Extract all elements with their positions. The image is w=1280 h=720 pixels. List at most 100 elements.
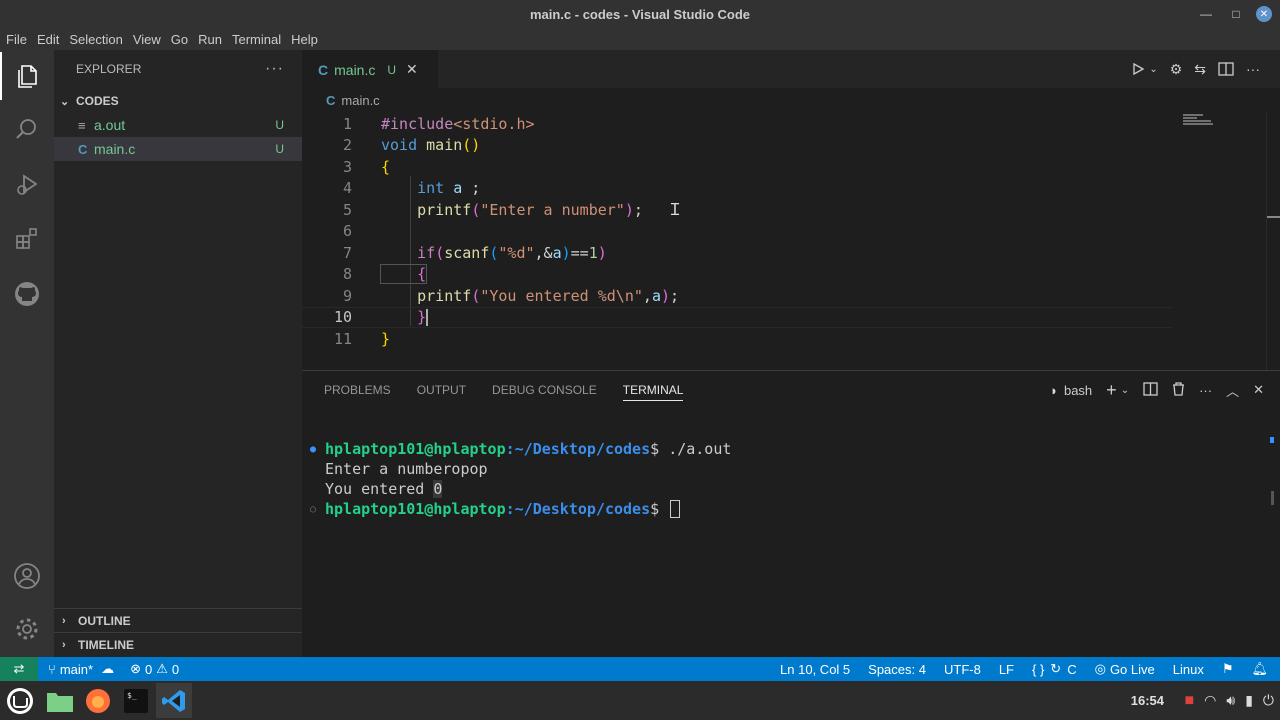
mint-menu-icon[interactable] bbox=[4, 685, 36, 717]
bottom-panel: PROBLEMS OUTPUT DEBUG CONSOLE TERMINAL ◗… bbox=[302, 370, 1280, 657]
timeline-section[interactable]: › TIMELINE bbox=[54, 632, 302, 657]
os-label[interactable]: Linux bbox=[1173, 662, 1204, 677]
title-bar: main.c - codes - Visual Studio Code — □ … bbox=[0, 0, 1280, 28]
close-tab-icon[interactable]: ✕ bbox=[406, 61, 418, 78]
tab-terminal[interactable]: TERMINAL bbox=[622, 371, 683, 409]
status-bar: ⇄ ⑂ main* ☁ ⊗ 0 ⚠ 0 Ln 10, Col 5 Spaces:… bbox=[0, 657, 1280, 681]
line-number: 9 bbox=[342, 286, 352, 305]
breadcrumb[interactable]: C main.c bbox=[302, 88, 1280, 112]
sync-icon[interactable]: ☁ bbox=[101, 661, 114, 677]
notifications-bell-icon[interactable]: 🔔︎ bbox=[1251, 661, 1268, 677]
menu-view[interactable]: View bbox=[129, 32, 165, 47]
files-icon[interactable] bbox=[0, 52, 54, 100]
status-right: Ln 10, Col 5 Spaces: 4 UTF-8 LF { } ↻ C … bbox=[780, 657, 1268, 681]
chevron-right-icon: › bbox=[62, 615, 66, 627]
line-number: 3 bbox=[342, 157, 352, 176]
git-branch[interactable]: ⑂ main* ☁ bbox=[48, 661, 114, 677]
terminal-app-icon[interactable]: $_ bbox=[120, 685, 152, 717]
remote-indicator[interactable]: ⇄ bbox=[0, 657, 38, 681]
power-icon[interactable]: ⏻ bbox=[1263, 692, 1274, 709]
menu-run[interactable]: Run bbox=[194, 32, 226, 47]
error-icon: ⊗ bbox=[130, 661, 141, 676]
more-actions-icon[interactable]: ··· bbox=[1246, 61, 1260, 77]
panel-actions: ◗ bash + ⌄ ··· ︿ ✕ bbox=[1050, 371, 1264, 409]
volume-icon[interactable]: 🔊︎ bbox=[1226, 692, 1235, 709]
trash-icon[interactable] bbox=[1172, 381, 1185, 399]
editor-scrollbar[interactable] bbox=[1266, 112, 1280, 370]
text-cursor-ibeam-icon: Ｉ bbox=[667, 200, 684, 219]
error-count: 0 bbox=[144, 661, 153, 677]
tab-main-c[interactable]: C main.c U ✕ bbox=[302, 50, 438, 88]
account-icon[interactable] bbox=[0, 552, 54, 600]
window-controls: — □ ✕ bbox=[1196, 0, 1272, 28]
minimap[interactable] bbox=[1183, 114, 1223, 134]
command-success-icon: ● bbox=[310, 443, 317, 455]
indentation[interactable]: Spaces: 4 bbox=[868, 662, 926, 677]
tab-output[interactable]: OUTPUT bbox=[417, 371, 466, 409]
more-actions-icon[interactable]: ··· bbox=[265, 60, 284, 78]
more-actions-icon[interactable]: ··· bbox=[1199, 383, 1212, 398]
activity-bar bbox=[0, 50, 54, 657]
add-terminal-icon[interactable]: + bbox=[1106, 380, 1117, 401]
menu-terminal[interactable]: Terminal bbox=[228, 32, 285, 47]
screen-recorder-icon[interactable]: ■ bbox=[1184, 692, 1194, 710]
file-a-out[interactable]: ≡ a.out U bbox=[54, 113, 302, 137]
file-main-c[interactable]: C main.c U bbox=[54, 137, 302, 161]
menu-edit[interactable]: Edit bbox=[33, 32, 63, 47]
terminal-scrollbar[interactable] bbox=[1271, 491, 1274, 505]
split-terminal-icon[interactable] bbox=[1143, 381, 1158, 399]
c-file-icon: C bbox=[326, 92, 336, 108]
run-code-icon[interactable] bbox=[1131, 62, 1145, 76]
minimize-button[interactable]: — bbox=[1196, 4, 1216, 24]
line-number: 10 bbox=[333, 308, 352, 327]
system-tray: ■ ◠ 🔊︎ ▮ ⏻ bbox=[1184, 681, 1274, 720]
go-live-label: Go Live bbox=[1109, 661, 1155, 677]
terminal-shell-label[interactable]: bash bbox=[1064, 383, 1092, 398]
problems-indicator[interactable]: ⊗ 0 ⚠ 0 bbox=[130, 661, 179, 677]
extensions-icon[interactable] bbox=[0, 215, 54, 263]
code-editor[interactable]: 1 #include<stdio.h> 2 void main() 3 { 4 … bbox=[302, 112, 1280, 370]
encoding[interactable]: UTF-8 bbox=[944, 662, 981, 677]
chevron-down-icon[interactable]: ⌄ bbox=[1149, 64, 1157, 75]
search-icon[interactable] bbox=[0, 105, 54, 153]
firefox-icon[interactable] bbox=[82, 685, 114, 717]
clock[interactable]: 16:54 bbox=[1131, 681, 1164, 720]
files-folder-icon[interactable] bbox=[44, 685, 76, 717]
language-braces[interactable]: { } bbox=[1032, 662, 1044, 677]
settings-gear-icon[interactable]: ⚙ bbox=[1170, 61, 1183, 78]
timeline-label: TIMELINE bbox=[78, 638, 134, 652]
folder-label: CODES bbox=[76, 94, 119, 108]
compare-changes-icon[interactable]: ⇆ bbox=[1194, 61, 1206, 78]
language-mode[interactable]: C bbox=[1067, 662, 1076, 677]
menu-selection[interactable]: Selection bbox=[65, 32, 126, 47]
tab-debug-console[interactable]: DEBUG CONSOLE bbox=[492, 371, 597, 409]
terminal-output[interactable]: ● hplaptop101@hplaptop:~/Desktop/codes $ .… bbox=[310, 439, 731, 519]
tab-problems[interactable]: PROBLEMS bbox=[324, 371, 391, 409]
split-editor-icon[interactable] bbox=[1218, 62, 1234, 76]
refresh-icon[interactable]: ↻ bbox=[1050, 661, 1061, 677]
feedback-icon[interactable]: ⚑ bbox=[1222, 661, 1234, 677]
cursor-position[interactable]: Ln 10, Col 5 bbox=[780, 662, 850, 677]
vscode-app-icon[interactable] bbox=[156, 683, 192, 718]
maximize-panel-icon[interactable]: ︿ bbox=[1226, 381, 1239, 400]
folder-codes[interactable]: ⌄ CODES bbox=[54, 89, 302, 113]
outline-label: OUTLINE bbox=[78, 614, 131, 628]
settings-gear-icon[interactable] bbox=[0, 605, 54, 653]
close-window-button[interactable]: ✕ bbox=[1256, 6, 1272, 22]
menu-help[interactable]: Help bbox=[287, 32, 322, 47]
chevron-down-icon[interactable]: ⌄ bbox=[1121, 385, 1129, 396]
maximize-button[interactable]: □ bbox=[1226, 4, 1246, 24]
menu-file[interactable]: File bbox=[2, 32, 31, 47]
code-line: if(scanf("%d",&a)==1) bbox=[381, 243, 607, 262]
breadcrumb-file[interactable]: main.c bbox=[341, 93, 379, 108]
github-icon[interactable] bbox=[0, 270, 54, 318]
menu-go[interactable]: Go bbox=[167, 32, 192, 47]
go-live-button[interactable]: ◎ Go Live bbox=[1095, 661, 1155, 677]
line-number: 11 bbox=[333, 329, 352, 348]
outline-section[interactable]: › OUTLINE bbox=[54, 608, 302, 633]
wifi-icon[interactable]: ◠ bbox=[1204, 692, 1216, 709]
run-debug-icon[interactable] bbox=[0, 160, 54, 208]
close-panel-icon[interactable]: ✕ bbox=[1253, 382, 1264, 398]
end-of-line[interactable]: LF bbox=[999, 662, 1014, 677]
battery-icon[interactable]: ▮ bbox=[1245, 692, 1253, 709]
